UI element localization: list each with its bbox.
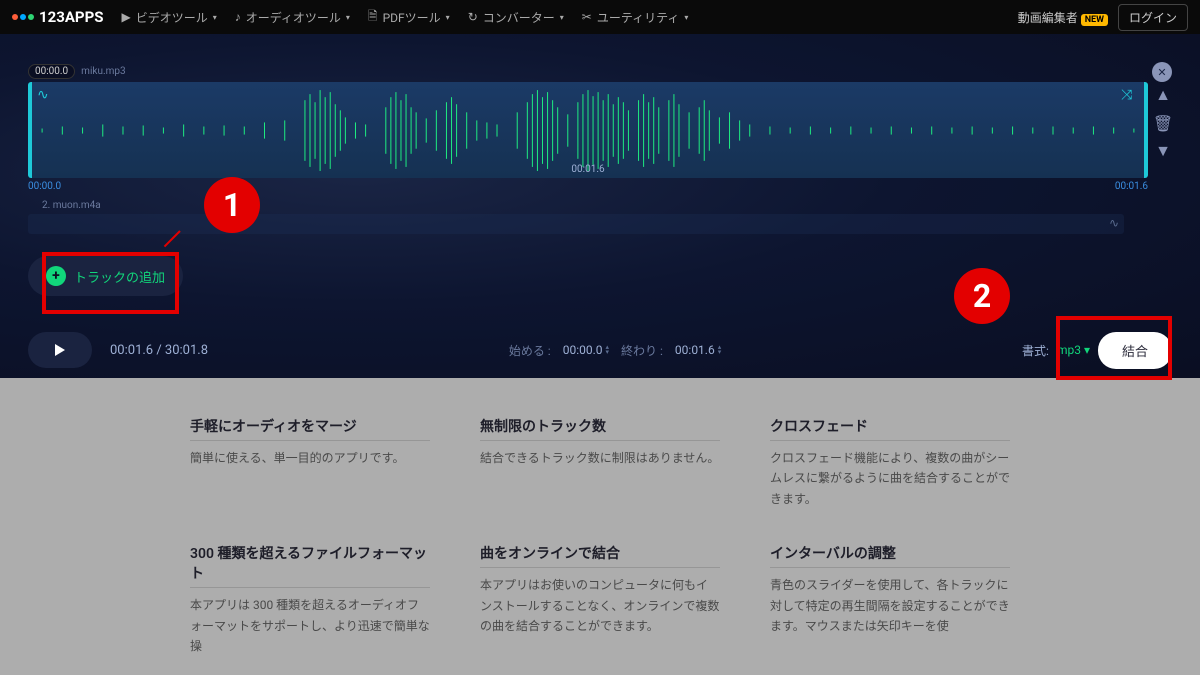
nav-video-tools[interactable]: ▶ ビデオツール ▾	[121, 9, 216, 26]
top-navbar: 123APPS ▶ ビデオツール ▾ ♪ オーディオツール ▾ 🗎 PDFツール…	[0, 0, 1200, 34]
start-time-input[interactable]: 00:00.0▴▾	[563, 343, 609, 357]
annotation-box-1	[42, 252, 179, 314]
track-side-controls: ▲ 🗑 ▼	[1154, 82, 1172, 160]
feature-item: 曲をオンラインで結合本アプリはお使いのコンピュータに何もインストールすることなく…	[480, 543, 720, 656]
logo[interactable]: 123APPS	[12, 8, 103, 26]
waveform-track2[interactable]: ∿	[28, 214, 1124, 234]
features-section: 手軽にオーディオをマージ簡単に使える、単一目的のアプリです。 無制限のトラック数…	[0, 378, 1200, 675]
waveform-track1[interactable]: ∿ ⤨ 00:01.6	[28, 82, 1148, 178]
video-editor-link[interactable]: 動画編集者 NEW	[1018, 9, 1108, 26]
feature-item: クロスフェードクロスフェード機能により、複数の曲がシームレスに繋がるように曲を結…	[770, 416, 1010, 509]
nav-audio-tools[interactable]: ♪ オーディオツール ▾	[235, 9, 350, 26]
track1-time-badge: 00:00.0	[28, 64, 75, 79]
audio-editor: ✕ 00:00.0 miku.mp3 ∿ ⤨ 00:01.6	[0, 34, 1200, 378]
new-badge: NEW	[1081, 14, 1108, 26]
feature-item: 300 種類を超えるファイルフォーマット本アプリは 300 種類を超えるオーディ…	[190, 543, 430, 656]
play-button[interactable]	[28, 332, 92, 368]
annotation-marker-2: 2	[954, 268, 1010, 324]
delete-icon[interactable]: 🗑	[1154, 114, 1172, 132]
time-display: 00:01.6 / 30:01.8	[110, 343, 208, 358]
nav-utility[interactable]: ✂ ユーティリティ ▾	[582, 9, 689, 26]
feature-item: 手軽にオーディオをマージ簡単に使える、単一目的のアプリです。	[190, 416, 430, 509]
annotation-marker-1: 1	[204, 177, 260, 233]
fade-out-icon[interactable]: ∿	[1109, 216, 1119, 230]
end-time-input[interactable]: 00:01.6▴▾	[675, 343, 721, 357]
track1-filename: miku.mp3	[81, 66, 125, 77]
play-icon	[55, 344, 65, 356]
playback-bar: 00:01.6 / 30:01.8 始める : 00:00.0▴▾ 終わり : …	[0, 322, 1200, 378]
login-button[interactable]: ログイン	[1118, 4, 1188, 31]
timeline-ruler: 00:00.0 00:01.6	[28, 181, 1148, 192]
nav-pdf-tools[interactable]: 🗎 PDFツール ▾	[368, 7, 450, 28]
annotation-box-2	[1056, 316, 1172, 380]
feature-item: 無制限のトラック数結合できるトラック数に制限はありません。	[480, 416, 720, 509]
close-icon[interactable]: ✕	[1152, 62, 1172, 82]
waveform-duration: 00:01.6	[571, 164, 604, 175]
track2-filename: 2. muon.m4a	[28, 200, 1148, 211]
move-down-icon[interactable]: ▼	[1154, 142, 1172, 160]
track1-header: 00:00.0 miku.mp3	[28, 64, 1172, 79]
start-label: 始める :	[509, 342, 551, 359]
move-up-icon[interactable]: ▲	[1154, 86, 1172, 104]
nav-converter[interactable]: ↻ コンバーター ▾	[468, 9, 564, 26]
logo-text: 123APPS	[39, 8, 103, 26]
end-label: 終わり :	[621, 342, 663, 359]
feature-item: インターバルの調整青色のスライダーを使用して、各トラックに対して特定の再生間隔を…	[770, 543, 1010, 656]
format-label: 書式:	[1022, 342, 1049, 359]
